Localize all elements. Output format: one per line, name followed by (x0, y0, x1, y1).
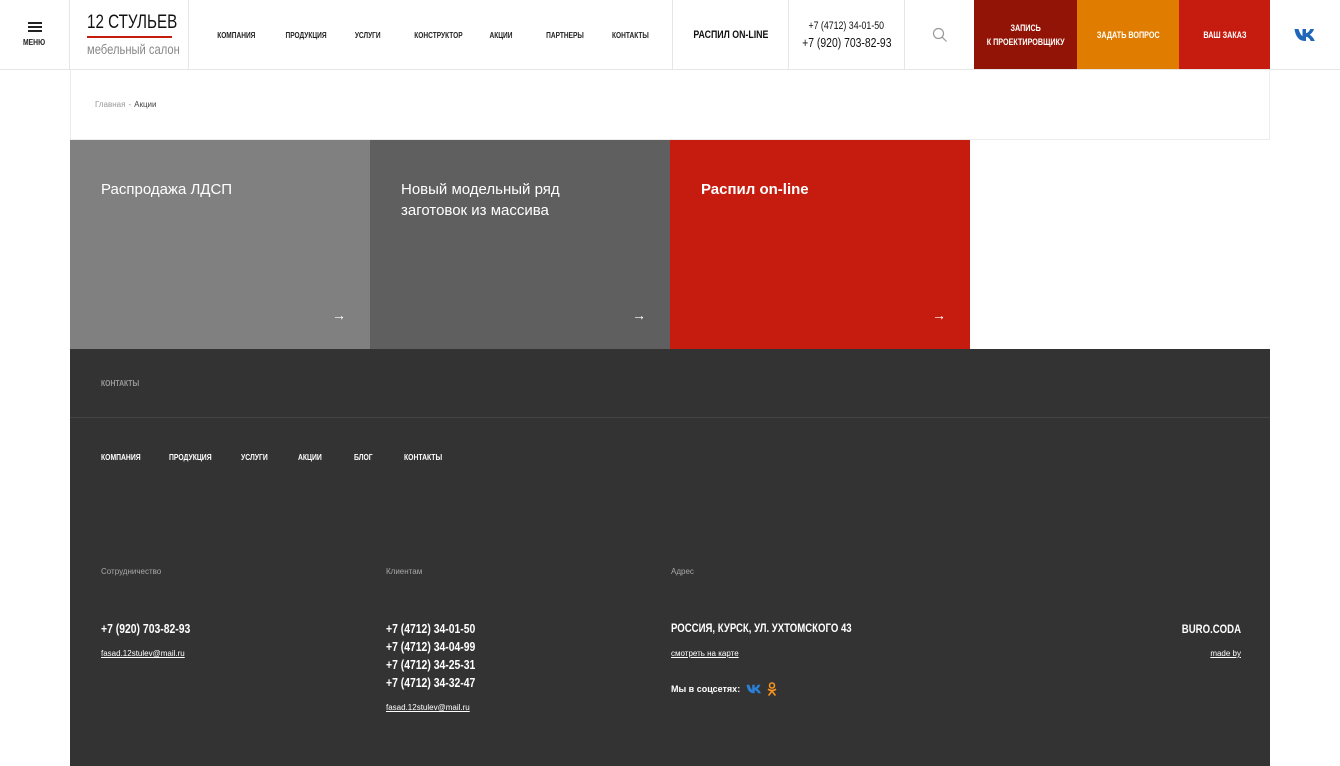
breadcrumb-home[interactable]: Главная (95, 100, 125, 109)
nav-item-company[interactable]: КОМПАНИЯ (217, 31, 255, 40)
footer-clients-phone-3[interactable]: +7 (4712) 34-25-31 (386, 657, 475, 672)
logo[interactable]: 12 СТУЛЬЕВ мебельный салон (70, 0, 189, 69)
promo-tile-title: Новый модельный ряд заготовок из массива (401, 181, 560, 219)
footer-nav-contacts[interactable]: КОНТАКТЫ (404, 453, 442, 462)
promo-tile-new-models[interactable]: Новый модельный ряд заготовок из массива… (370, 140, 670, 349)
footer-nav-products[interactable]: ПРОДУКЦИЯ (169, 453, 212, 462)
header-phones: +7 (4712) 34-01-50 +7 (920) 703-82-93 (789, 0, 905, 69)
search-icon (932, 27, 947, 42)
footer-ok-link[interactable] (767, 682, 777, 696)
designer-appointment-label: ЗАПИСЬ К ПРОЕКТИРОВЩИКУ (986, 22, 1065, 47)
promo-tile-raspil-online[interactable]: Распил on-line → (670, 140, 970, 349)
footer-clients-email[interactable]: fasad.12stulev@mail.ru (386, 703, 470, 712)
footer-map-link[interactable]: смотреть на карте (671, 649, 739, 658)
studio-credit[interactable]: BURO.CODA (1182, 622, 1241, 636)
arrow-right-icon: → (632, 307, 646, 323)
arrow-right-icon: → (332, 307, 346, 323)
logo-subtitle: мебельный салон (87, 41, 180, 57)
footer-nav-services[interactable]: УСЛУГИ (241, 453, 268, 462)
vk-icon (746, 684, 762, 694)
site-header: МЕНЮ 12 СТУЛЬЕВ мебельный салон КОМПАНИЯ… (0, 0, 1340, 70)
site-footer: КОНТАКТЫ КОМПАНИЯ ПРОДУКЦИЯ УСЛУГИ АКЦИИ… (70, 349, 1270, 766)
search-button[interactable] (905, 0, 974, 69)
made-by-link[interactable]: made by (1210, 649, 1241, 658)
nav-item-promos[interactable]: АКЦИИ (490, 31, 513, 40)
menu-icon (27, 22, 42, 32)
footer-clients-phone-2[interactable]: +7 (4712) 34-04-99 (386, 639, 475, 654)
footer-social: Мы в соцсетях: (671, 682, 782, 696)
footer-contacts-heading: КОНТАКТЫ (101, 379, 140, 388)
header-phone-1[interactable]: +7 (4712) 34-01-50 (809, 18, 885, 34)
main-nav: КОМПАНИЯ ПРОДУКЦИЯ УСЛУГИ КОНСТРУКТОР АК… (189, 0, 673, 69)
nav-item-services[interactable]: УСЛУГИ (355, 31, 381, 40)
header-phone-2[interactable]: +7 (920) 703-82-93 (802, 34, 891, 52)
promo-tile-ldsp-sale[interactable]: Распродажа ЛДСП → (70, 140, 370, 349)
vk-icon (1294, 28, 1315, 41)
footer-social-label: Мы в соцсетях: (671, 684, 741, 694)
footer-col-clients-heading: Клиентам (386, 567, 423, 576)
promo-tile-title: Распил on-line (701, 181, 809, 198)
footer-cooperation-phone[interactable]: +7 (920) 703-82-93 (101, 621, 190, 636)
raspil-online-link[interactable]: РАСПИЛ ON-LINE (673, 0, 789, 69)
breadcrumb-current: Акции (134, 100, 157, 109)
ask-question-label: ЗАДАТЬ ВОПРОС (1096, 29, 1160, 40)
vk-link[interactable] (1270, 0, 1340, 69)
footer-nav-promos[interactable]: АКЦИИ (298, 453, 322, 462)
your-order-label: ВАШ ЗАКАЗ (1202, 29, 1247, 40)
nav-item-partners[interactable]: ПАРТНЕРЫ (546, 31, 584, 40)
nav-item-products[interactable]: ПРОДУКЦИЯ (286, 31, 327, 40)
nav-item-constructor[interactable]: КОНСТРУКТОР (414, 31, 462, 40)
footer-col-cooperation-heading: Сотрудничество (101, 567, 162, 576)
menu-label: МЕНЮ (23, 38, 46, 47)
arrow-right-icon: → (932, 307, 946, 323)
odnoklassniki-icon (767, 682, 777, 696)
footer-clients-phone-1[interactable]: +7 (4712) 34-01-50 (386, 621, 475, 636)
promo-tile-title: Распродажа ЛДСП (101, 181, 233, 198)
ask-question-button[interactable]: ЗАДАТЬ ВОПРОС (1077, 0, 1179, 69)
footer-address: РОССИЯ, КУРСК, УЛ. УХТОМСКОГО 43 (671, 621, 852, 635)
menu-button[interactable]: МЕНЮ (0, 0, 70, 69)
footer-vk-link[interactable] (746, 684, 762, 694)
footer-clients-phone-4[interactable]: +7 (4712) 34-32-47 (386, 675, 475, 690)
footer-nav-company[interactable]: КОМПАНИЯ (101, 453, 141, 462)
your-order-button[interactable]: ВАШ ЗАКАЗ (1179, 0, 1270, 69)
breadcrumb: Главная - Акции (70, 70, 1270, 140)
nav-item-contacts[interactable]: КОНТАКТЫ (612, 31, 649, 40)
logo-underline (87, 36, 172, 38)
footer-nav-blog[interactable]: БЛОГ (354, 453, 373, 462)
footer-cooperation-email[interactable]: fasad.12stulev@mail.ru (101, 649, 185, 658)
logo-title: 12 СТУЛЬЕВ (87, 12, 178, 33)
footer-divider (70, 417, 1270, 418)
footer-col-address-heading: Адрес (671, 567, 694, 576)
designer-appointment-button[interactable]: ЗАПИСЬ К ПРОЕКТИРОВЩИКУ (974, 0, 1077, 69)
breadcrumb-separator: - (128, 100, 132, 109)
raspil-label: РАСПИЛ ON-LINE (692, 28, 769, 41)
